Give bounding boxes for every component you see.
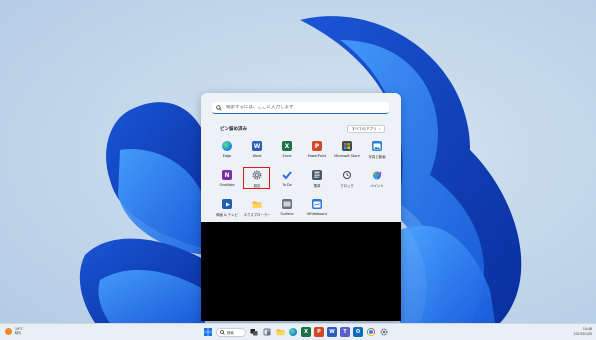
powerpoint-icon: P bbox=[312, 141, 322, 151]
all-apps-label: すべてのアプリ bbox=[351, 126, 377, 131]
app-label: 写真と動画 bbox=[368, 155, 386, 159]
taskbar: 19°C 晴れ 検索 X P W T O 14:48 2023/01/05 bbox=[0, 323, 596, 340]
pinned-app-calculator[interactable]: 電卓 bbox=[302, 168, 332, 190]
teams-icon[interactable]: T bbox=[340, 327, 350, 337]
word-icon: W bbox=[252, 141, 262, 151]
chrome-icon[interactable] bbox=[366, 327, 376, 337]
weather-description: 晴れ bbox=[15, 331, 22, 335]
excel-icon: X bbox=[282, 141, 292, 151]
pinned-app-file-explorer[interactable]: エクスプローラー bbox=[242, 197, 272, 219]
app-label: クロック bbox=[340, 184, 354, 188]
start-menu: ピン留め済み すべてのアプリ › Edge W Word X Excel P P… bbox=[201, 93, 401, 321]
pinned-app-paint[interactable]: ペイント bbox=[362, 168, 392, 190]
pinned-app-microsoft-store[interactable]: Microsoft Store bbox=[332, 139, 362, 161]
system-tray-clock[interactable]: 14:48 2023/01/05 bbox=[574, 327, 592, 336]
start-search-box[interactable] bbox=[212, 102, 389, 114]
task-view-icon[interactable] bbox=[249, 327, 259, 337]
taskbar-search-label: 検索 bbox=[227, 330, 234, 335]
weather-text: 19°C 晴れ bbox=[15, 327, 23, 335]
powerpoint-icon[interactable]: P bbox=[314, 327, 324, 337]
pinned-app-excel[interactable]: X Excel bbox=[272, 139, 302, 161]
chevron-right-icon: › bbox=[378, 127, 380, 131]
calculator-icon bbox=[312, 170, 322, 180]
app-label: エクスプローラー bbox=[243, 213, 271, 217]
pinned-app-movies-tv[interactable]: 映画 & テレビ bbox=[212, 197, 242, 219]
start-search-input[interactable] bbox=[222, 105, 376, 110]
movies-icon bbox=[222, 199, 232, 209]
settings-gear-icon bbox=[252, 170, 262, 180]
pinned-app-photos[interactable]: 写真と動画 bbox=[362, 139, 392, 161]
app-label: Word bbox=[252, 154, 262, 158]
taskbar-search[interactable]: 検索 bbox=[216, 327, 246, 337]
app-label: Whiteboard bbox=[307, 212, 327, 216]
app-label: Surface bbox=[280, 212, 294, 216]
pinned-app-edge[interactable]: Edge bbox=[212, 139, 242, 161]
app-label: Excel bbox=[282, 154, 292, 158]
whiteboard-icon bbox=[312, 199, 322, 209]
folder-icon bbox=[252, 199, 262, 209]
all-apps-button[interactable]: すべてのアプリ › bbox=[346, 125, 385, 133]
pinned-app-powerpoint[interactable]: P PowerPoint bbox=[302, 139, 332, 161]
pinned-app-todo[interactable]: To Do bbox=[272, 168, 302, 190]
app-label: PowerPoint bbox=[307, 154, 327, 158]
pinned-app-word[interactable]: W Word bbox=[242, 139, 272, 161]
pinned-app-onenote[interactable]: N OneNote bbox=[212, 168, 242, 190]
app-label: 映画 & テレビ bbox=[216, 213, 238, 217]
pinned-section-title: ピン留め済み bbox=[220, 127, 247, 132]
app-label: To Do bbox=[282, 183, 292, 187]
widgets-icon[interactable] bbox=[262, 327, 272, 337]
edge-icon[interactable] bbox=[288, 327, 298, 337]
start-button[interactable] bbox=[203, 327, 213, 337]
pinned-apps-grid: Edge W Word X Excel P PowerPoint Microso… bbox=[212, 139, 392, 219]
pinned-app-surface[interactable]: Surface bbox=[272, 197, 302, 219]
file-explorer-icon[interactable] bbox=[275, 327, 285, 337]
photos-icon bbox=[372, 141, 382, 151]
app-label: Microsoft Store bbox=[334, 154, 360, 158]
tray-date: 2023/01/05 bbox=[573, 331, 592, 336]
app-label: Edge bbox=[222, 154, 232, 158]
pinned-app-whiteboard[interactable]: Whiteboard bbox=[302, 197, 332, 219]
pinned-app-clock[interactable]: クロック bbox=[332, 168, 362, 190]
pinned-app-settings[interactable]: 設定 bbox=[242, 167, 272, 190]
app-label: ペイント bbox=[370, 184, 384, 188]
todo-icon bbox=[282, 170, 292, 180]
taskbar-apps: 検索 X P W T O bbox=[203, 327, 389, 337]
search-icon bbox=[220, 329, 225, 335]
settings-gear-icon[interactable] bbox=[379, 327, 389, 337]
start-menu-recommended-area bbox=[201, 222, 401, 321]
onenote-icon: N bbox=[222, 170, 232, 180]
weather-widget[interactable]: 19°C 晴れ bbox=[5, 327, 23, 335]
windows-logo-icon bbox=[204, 328, 212, 336]
excel-icon[interactable]: X bbox=[301, 327, 311, 337]
app-label: OneNote bbox=[219, 183, 235, 187]
paint-icon bbox=[372, 170, 382, 180]
word-icon[interactable]: W bbox=[327, 327, 337, 337]
outlook-icon[interactable]: O bbox=[353, 327, 363, 337]
sun-icon bbox=[5, 327, 12, 335]
edge-icon bbox=[222, 141, 232, 151]
store-icon bbox=[342, 141, 352, 151]
app-label: 電卓 bbox=[313, 184, 321, 188]
surface-icon bbox=[282, 199, 292, 209]
app-label: 設定 bbox=[253, 184, 261, 188]
clock-icon bbox=[342, 170, 352, 180]
